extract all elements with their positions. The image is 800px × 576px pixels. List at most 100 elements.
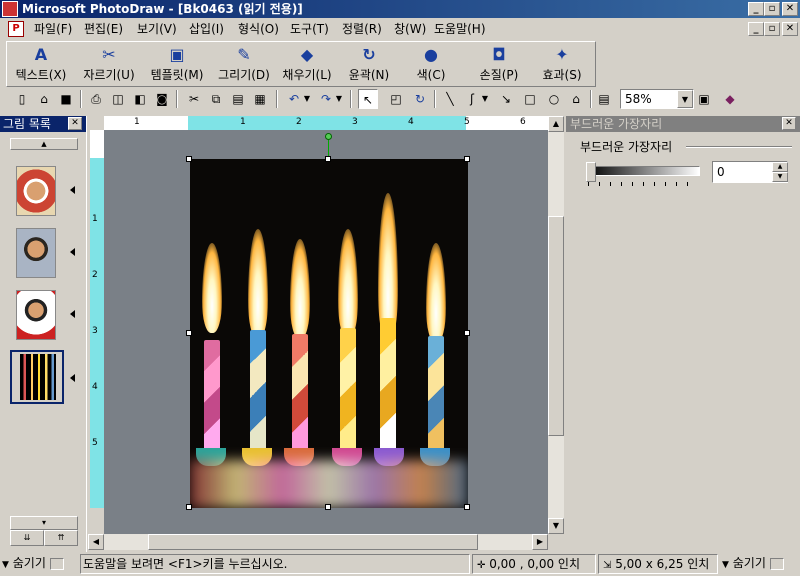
thumbnail-2[interactable] — [16, 228, 56, 278]
ellipse-icon[interactable]: ○ — [544, 89, 564, 109]
text-box-icon[interactable]: ▤ — [594, 89, 614, 109]
close-icon[interactable]: ✕ — [68, 117, 82, 130]
horizontal-ruler: 1 1 2 3 4 5 6 — [104, 116, 548, 130]
scroll-up-button[interactable]: ▲ — [10, 138, 78, 150]
menu-window[interactable]: 창(W) — [394, 21, 426, 37]
soft-edges-slider-thumb[interactable] — [586, 162, 596, 182]
redo-dropdown-icon[interactable]: ▼ — [334, 89, 344, 109]
scroll-up-arrow[interactable]: ▲ — [548, 116, 564, 132]
scroll-end-button[interactable]: ⇊ — [10, 530, 44, 546]
resize-handle-s[interactable] — [325, 504, 331, 510]
copy-icon[interactable]: ⧉ — [206, 89, 226, 109]
menu-view[interactable]: 보기(V) — [137, 21, 177, 37]
draw-button[interactable]: ✎ 그리기(D) — [213, 42, 275, 86]
close-icon[interactable]: ✕ — [782, 117, 796, 130]
resize-handle-se[interactable] — [464, 504, 470, 510]
app-icon[interactable] — [2, 1, 18, 17]
effects-button[interactable]: ✦ 효과(S) — [533, 42, 591, 86]
soft-edges-panel: 부드러운 가장자리 ✕ 부드러운 가장자리 0 ▲ ▼ — [566, 116, 800, 548]
scroll-thumb[interactable] — [148, 534, 478, 550]
close-button[interactable]: ✕ — [782, 2, 798, 16]
text-button[interactable]: A 텍스트(X) — [9, 42, 73, 86]
doc-close-button[interactable]: ✕ — [782, 22, 798, 36]
doc-restore-button[interactable]: ▫ — [764, 22, 780, 36]
thumbnail-4-selected[interactable] — [10, 350, 64, 404]
rotate-handle[interactable] — [325, 133, 332, 140]
menu-file[interactable]: 파일(F) — [34, 21, 72, 37]
menu-help[interactable]: 도움말(H) — [434, 21, 486, 37]
document-icon[interactable]: P — [8, 21, 24, 37]
resize-handle-ne[interactable] — [464, 156, 470, 162]
thumbnail-1[interactable] — [16, 166, 56, 216]
resize-handle-nw[interactable] — [186, 156, 192, 162]
chevron-down-icon[interactable]: ▼ — [677, 90, 693, 108]
menu-insert[interactable]: 삽입(I) — [189, 21, 224, 37]
curve-icon[interactable]: ʃ — [462, 89, 482, 109]
hide-right-button[interactable]: ▼ 숨기기 — [722, 554, 798, 574]
fill-button[interactable]: ◆ 채우기(L) — [275, 42, 339, 86]
rectangle-icon[interactable]: □ — [520, 89, 540, 109]
crop-button[interactable]: ✂ 자르기(U) — [77, 42, 141, 86]
paste-icon[interactable]: ▤ — [228, 89, 248, 109]
zoom-select[interactable]: 58% ▼ — [620, 89, 694, 109]
hide-left-button[interactable]: ▼ 숨기기 — [2, 554, 78, 574]
thumbnail-3[interactable] — [16, 290, 56, 340]
minimize-button[interactable]: _ — [748, 2, 764, 16]
thumbnail-menu-icon[interactable] — [70, 248, 75, 256]
gallery-icon[interactable]: ◆ — [720, 89, 740, 109]
group-icon[interactable]: ◰ — [386, 89, 406, 109]
print-preview-icon[interactable]: ◫ — [108, 89, 128, 109]
maximize-button[interactable]: ▫ — [764, 2, 780, 16]
thumbnail-menu-icon[interactable] — [70, 374, 75, 382]
spin-up-button[interactable]: ▲ — [772, 162, 788, 172]
vertical-scrollbar[interactable]: ▲ ▼ — [548, 116, 564, 534]
menu-format[interactable]: 형식(O) — [238, 21, 279, 37]
scroll-left-arrow[interactable]: ◀ — [88, 534, 104, 550]
resize-handle-e[interactable] — [464, 330, 470, 336]
line-icon[interactable]: ╲ — [440, 89, 460, 109]
scan-icon[interactable]: ◧ — [130, 89, 150, 109]
scroll-down-arrow[interactable]: ▼ — [548, 518, 564, 534]
save-icon[interactable]: ■ — [56, 89, 76, 109]
scroll-down-button[interactable]: ▾ — [10, 516, 78, 530]
resize-handle-w[interactable] — [186, 330, 192, 336]
horizontal-scrollbar[interactable]: ◀ ▶ — [88, 534, 548, 550]
candles-photo[interactable] — [190, 159, 468, 508]
arrow-icon[interactable]: ↘ — [496, 89, 516, 109]
template-button[interactable]: ▣ 템플릿(M) — [143, 42, 211, 86]
title-bar: Microsoft PhotoDraw - [Bk0463 (읽기 전용)] _… — [0, 0, 800, 18]
touchup-button[interactable]: ◘ 손질(P) — [469, 42, 529, 86]
scroll-start-button[interactable]: ⇈ — [44, 530, 78, 546]
soft-edges-track[interactable] — [586, 166, 700, 176]
print-icon[interactable]: ⎙ — [86, 89, 106, 109]
ruler-tick-label: 4 — [408, 117, 414, 127]
resize-handle-n[interactable] — [325, 156, 331, 162]
doc-minimize-button[interactable]: _ — [748, 22, 764, 36]
scroll-thumb[interactable] — [548, 216, 564, 436]
color-button[interactable]: ● 색(C) — [405, 42, 457, 86]
cut-icon[interactable]: ✂ — [184, 89, 204, 109]
rotate-icon[interactable]: ↻ — [410, 89, 430, 109]
open-folder-icon[interactable]: ⌂ — [34, 89, 54, 109]
paste-special-icon[interactable]: ▦ — [250, 89, 270, 109]
thumbnail-menu-icon[interactable] — [70, 310, 75, 318]
menu-edit[interactable]: 편집(E) — [84, 21, 123, 37]
fit-page-icon[interactable]: ▣ — [694, 89, 714, 109]
rotate-line — [328, 138, 329, 158]
menu-arrange[interactable]: 정렬(R) — [342, 21, 382, 37]
undo-dropdown-icon[interactable]: ▼ — [302, 89, 312, 109]
scroll-corner — [548, 534, 564, 550]
scroll-right-arrow[interactable]: ▶ — [532, 534, 548, 550]
resize-handle-sw[interactable] — [186, 504, 192, 510]
curve-dropdown-icon[interactable]: ▼ — [480, 89, 490, 109]
menu-tools[interactable]: 도구(T) — [290, 21, 329, 37]
outline-button[interactable]: ↻ 윤곽(N) — [341, 42, 397, 86]
spin-down-button[interactable]: ▼ — [772, 172, 788, 182]
new-icon[interactable]: ▯ — [12, 89, 32, 109]
pointer-icon[interactable]: ↖ — [358, 89, 378, 109]
autoshape-icon[interactable]: ⌂ — [566, 89, 586, 109]
undo-icon[interactable]: ↶ — [284, 89, 304, 109]
camera-icon[interactable]: ◙ — [152, 89, 172, 109]
redo-icon[interactable]: ↷ — [316, 89, 336, 109]
thumbnail-menu-icon[interactable] — [70, 186, 75, 194]
